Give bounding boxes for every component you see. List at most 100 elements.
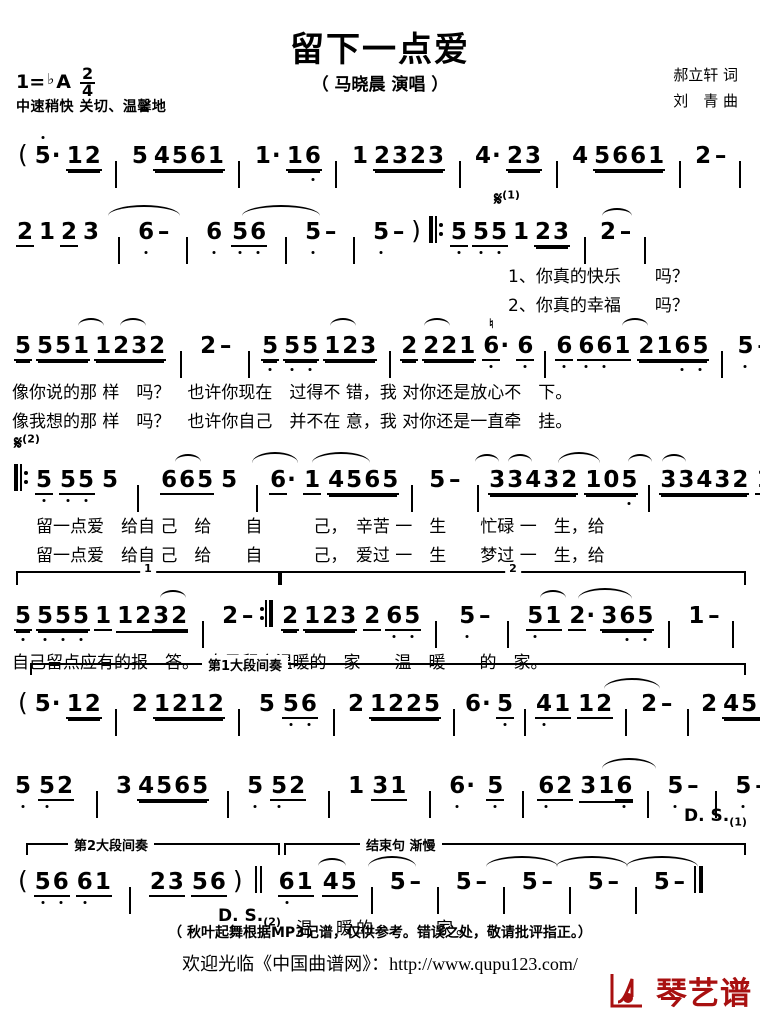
note: 6 [189, 143, 206, 169]
note: 6 [270, 467, 287, 493]
flat-icon: ♭ [47, 69, 55, 88]
note: 5 [373, 219, 390, 245]
beam-group: 2 [400, 333, 419, 361]
credits: 郝立轩 词 刘 青 曲 [673, 62, 738, 115]
volta-number: 2 [505, 562, 521, 575]
note-extension: – [660, 691, 673, 717]
volta-bracket-1: 1 [16, 562, 280, 585]
note-extension: – [708, 603, 720, 629]
beam-group: 4565 [722, 691, 760, 719]
note: 5 [55, 603, 72, 629]
note: 1 [656, 333, 673, 359]
slur [318, 858, 346, 866]
note: 5 [429, 467, 446, 493]
note: 5 [346, 467, 363, 493]
note: 6 [483, 333, 500, 359]
note: 4 [696, 467, 713, 493]
note: 5 [382, 467, 399, 493]
beam-group: 33432 [659, 467, 750, 495]
singer-credit: （ 马晓晨 演唱 ） [311, 75, 449, 95]
note: 2 [405, 691, 422, 717]
beam-group: 5 [35, 467, 54, 495]
note: 3 [525, 143, 542, 169]
note: 5 [527, 603, 544, 629]
note: 1 [73, 333, 90, 359]
beam-group: 2 [568, 603, 587, 631]
interlude-1-label: 第1大段间奏 [202, 655, 289, 674]
note: 5 [102, 467, 119, 493]
note: 5 [36, 467, 53, 493]
double-barline-icon [254, 866, 266, 893]
interlude-2-label: 第2大段间奏 [68, 835, 155, 854]
note: 5 [521, 869, 538, 895]
slur [578, 588, 632, 599]
note: 1 [578, 691, 595, 717]
note: 5 [191, 869, 208, 895]
lyric-verse-2: 像我想的那 样 吗？ 也许你自己 并不在 意，我 对你还是一直牵 挂。 [12, 412, 573, 432]
composer-credit: 刘 青 曲 [673, 92, 738, 111]
qupu-logo[interactable]: 琴艺谱 [608, 971, 752, 1017]
note: 3 [489, 467, 506, 493]
note: 2 [149, 869, 166, 895]
note: 2 [569, 603, 586, 629]
note: 5 [34, 869, 51, 895]
note: 1 [95, 603, 112, 629]
note: 2 [322, 603, 339, 629]
note: 5 [197, 467, 214, 493]
beam-group: 61 [277, 869, 314, 897]
note-extension: – [241, 603, 254, 629]
music-line-1: (5· 12 5 4561 1· 16 1 2323 4· 23 4 5661 2– [0, 140, 760, 180]
beam-group: 16 [285, 143, 322, 171]
ending-label: 结束句 渐慢 [360, 835, 442, 854]
note: 1 [207, 143, 224, 169]
beam-group: 6 [555, 333, 574, 361]
beam-group: 31 [371, 773, 408, 801]
note: 5 [594, 143, 611, 169]
note: 6 [304, 143, 321, 169]
music-line-3: ♮ 555112322–55512322216·6666121655– 像你说的… [0, 316, 760, 432]
beam-group: 5 [449, 219, 468, 247]
segno-mark-2: 𝄋(2) [14, 432, 40, 454]
beam-group: 1232 [116, 603, 189, 633]
augmentation-dot: · [500, 333, 510, 359]
note: 1 [351, 143, 368, 169]
note: 5 [487, 773, 504, 799]
note: 1 [304, 467, 321, 493]
lyrics-row-3b: 像我想的那 样 吗？ 也许你自己 并不在 意，我 对你还是一直牵 挂。 [0, 407, 760, 432]
beam-group: 1 [303, 467, 322, 495]
logo-text: 琴艺谱 [656, 975, 752, 1012]
slur [108, 205, 180, 216]
note: 1 [348, 773, 365, 799]
beam-group: 33432 [488, 467, 579, 495]
paren-open: ( [18, 140, 28, 169]
note: 5 [653, 869, 670, 895]
note: 2 [170, 603, 189, 631]
note: 6 [538, 773, 555, 799]
note: 1 [390, 773, 407, 799]
key-note: A [56, 70, 71, 93]
note: 6 [556, 333, 573, 359]
note: 1 [585, 467, 602, 493]
note: 5 [735, 773, 752, 799]
note: 6 [578, 333, 595, 359]
lyric-verse-1: 像你说的那 样 吗？ 也许你现在 过得不 错，我 对你还是放心不 下。 [12, 383, 573, 403]
beam-group: 551 [36, 333, 91, 361]
note: 6 [52, 869, 69, 895]
lyric-verse-1: 留一点爱 给自 己 给 自 己， 辛苦 一 生 忙碌 一 生，给 [36, 517, 605, 537]
lyric-verse-1: 1、你真的快乐 吗？ [508, 267, 689, 287]
note: 3 [660, 467, 677, 493]
interlude-1-bracket: 第1大段间奏 [30, 655, 746, 675]
lyrics-row-2a: 1、你真的快乐 吗？ [0, 262, 760, 287]
note: 5 [490, 219, 507, 245]
note-extension: – [714, 143, 727, 169]
beam-group: 105 [584, 467, 639, 495]
note: 6 [364, 467, 381, 493]
beam-group: 12 [65, 143, 102, 171]
note: 5 [497, 691, 514, 717]
beam-group: 56 [190, 869, 227, 897]
note: 5 [450, 219, 467, 245]
beam-group: 316 [579, 773, 634, 803]
note: 3 [553, 219, 570, 245]
note: 5 [340, 869, 357, 895]
note-extension: – [448, 467, 461, 493]
